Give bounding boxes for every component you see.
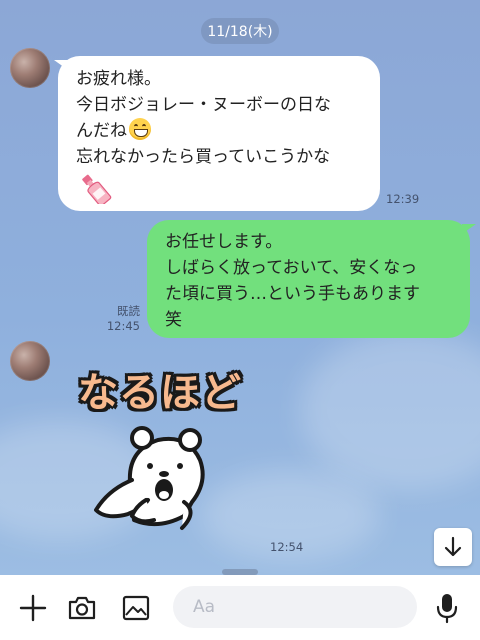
contact-avatar[interactable] <box>10 48 50 88</box>
plus-icon <box>19 594 47 622</box>
microphone-button[interactable] <box>430 587 464 629</box>
message-line: た頃に買う…という手もあります <box>165 284 420 304</box>
scroll-to-bottom-button[interactable] <box>434 528 472 566</box>
bubble-tail <box>462 224 476 234</box>
read-receipt: 既読 <box>117 304 140 318</box>
message-line: 笑 <box>165 310 182 330</box>
microphone-icon <box>436 594 458 624</box>
camera-icon <box>68 596 96 620</box>
message-time: 12:45 <box>106 319 140 333</box>
outgoing-message-bubble[interactable]: お任せします。 しばらく放っておいて、安くなっ た頃に買う…という手もあります … <box>147 220 470 338</box>
sticker-caption: なるほど <box>78 370 242 416</box>
surprised-bear-icon <box>94 426 205 530</box>
message-time: 12:54 <box>270 540 304 554</box>
image-icon <box>122 595 150 621</box>
camera-button[interactable] <box>62 589 102 627</box>
date-separator: 11/18(木) <box>201 18 279 44</box>
chat-area[interactable]: 11/18(木) お疲れ様。 今日ボジョレー・ヌーボーの日な んだね 忘れなかっ… <box>0 0 480 575</box>
message-line: 忘れなかったら買っていこうかな <box>76 147 331 167</box>
message-line: しばらく放っておいて、安くなっ <box>165 258 418 278</box>
grinning-face-icon <box>129 118 151 140</box>
message-line: んだね <box>76 121 127 141</box>
incoming-message-bubble[interactable]: お疲れ様。 今日ボジョレー・ヌーボーの日な んだね 忘れなかったら買っていこうか… <box>58 56 380 211</box>
wine-bottle-icon <box>76 170 362 212</box>
message-input[interactable] <box>173 586 417 628</box>
contact-avatar[interactable] <box>10 341 50 381</box>
message-time: 12:39 <box>386 192 420 206</box>
image-button[interactable] <box>116 589 156 627</box>
message-line: 今日ボジョレー・ヌーボーの日な <box>76 95 331 115</box>
arrow-down-icon <box>444 536 462 557</box>
plus-button[interactable] <box>14 589 52 627</box>
message-line: お任せします。 <box>165 232 283 252</box>
message-line: お疲れ様。 <box>76 69 161 89</box>
background-cloud <box>300 330 480 490</box>
